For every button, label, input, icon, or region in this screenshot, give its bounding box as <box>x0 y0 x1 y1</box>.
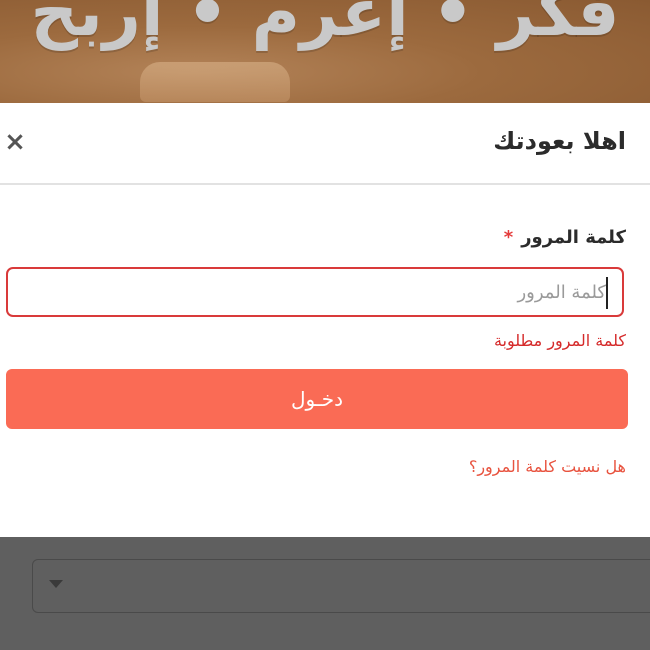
caret-down-icon <box>49 580 63 588</box>
hero-banner: فكر • إعرم • إربح <box>0 0 650 103</box>
modal-header: اهلا بعودتك × <box>0 103 650 185</box>
password-label-text: كلمة المرور <box>521 227 626 248</box>
background-select: ة <box>32 559 650 613</box>
hero-image <box>140 62 290 102</box>
password-input[interactable] <box>6 267 624 317</box>
password-error: كلمة المرور مطلوبة <box>493 331 626 350</box>
login-modal: اهلا بعودتك × كلمة المرور * كلمة المرور م… <box>0 103 650 537</box>
forgot-password-link[interactable]: هل نسيت كلمة المرور؟ <box>469 457 626 476</box>
login-button[interactable]: دخـول <box>6 369 628 429</box>
modal-title: اهلا بعودتك <box>493 127 626 155</box>
text-caret <box>606 277 608 309</box>
password-label: كلمة المرور * <box>504 227 626 248</box>
hero-slogan: فكر • إعرم • إربح <box>30 0 620 51</box>
required-mark: * <box>503 227 514 248</box>
close-icon[interactable]: × <box>4 129 26 155</box>
